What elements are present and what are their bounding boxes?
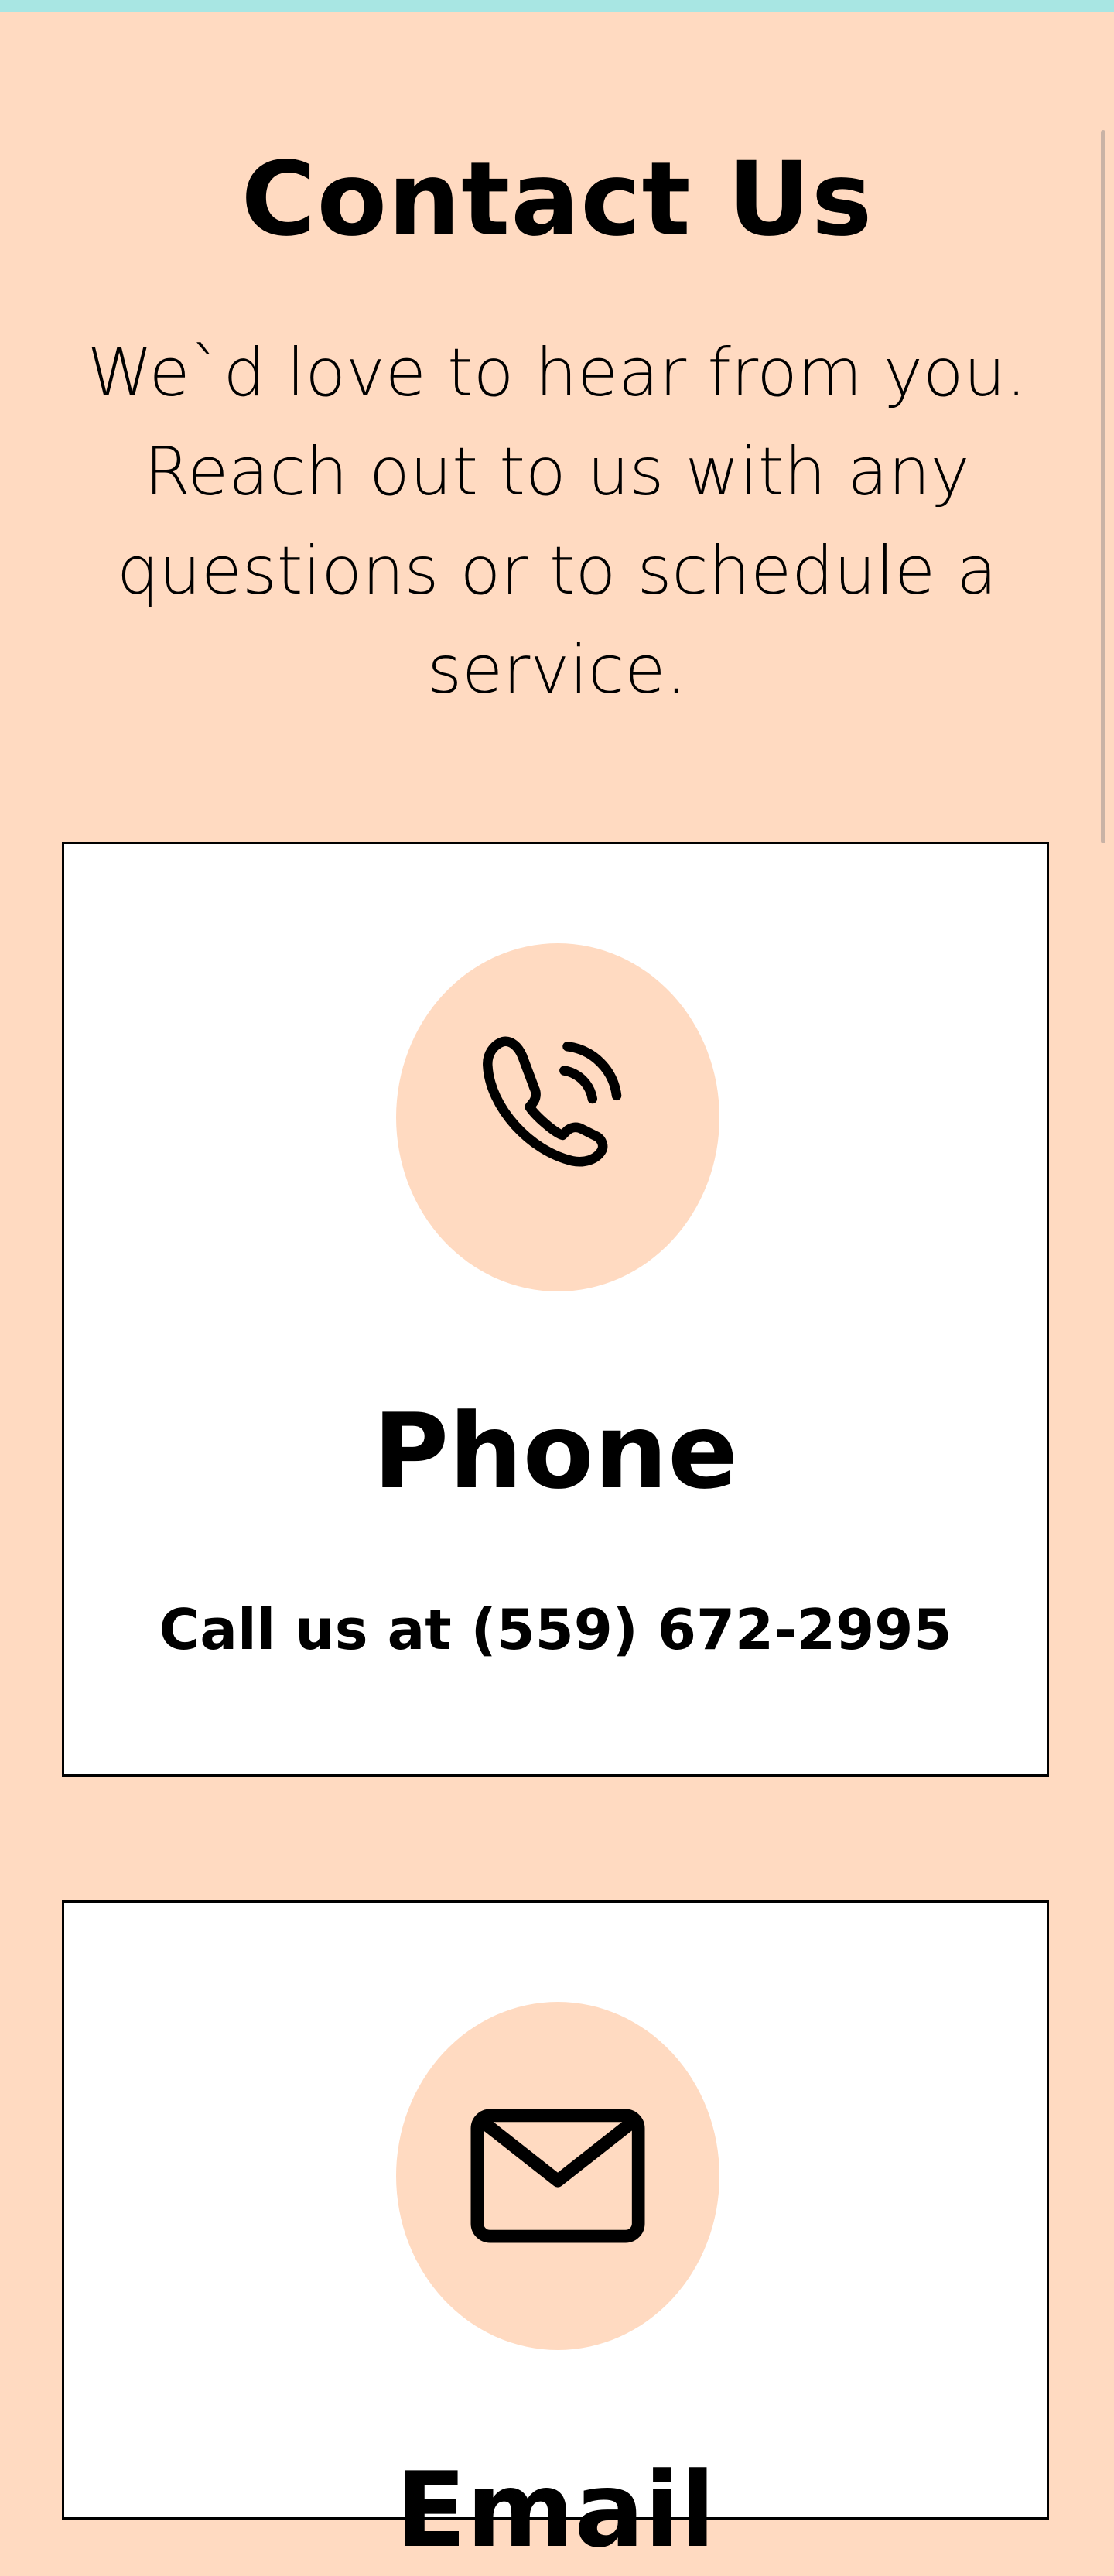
mail-icon [470, 2109, 645, 2243]
page-title: Contact Us [241, 140, 873, 259]
intro-text: We`d love to hear from you. Reach out to… [87, 334, 1027, 709]
phone-card: Phone Call us at (559) 672-2995 [62, 842, 1049, 1777]
phone-icon [483, 1036, 622, 1167]
email-card-heading: Email [395, 2450, 716, 2571]
email-card: Email [62, 1900, 1049, 2571]
mail-icon-circle [396, 2002, 719, 2350]
phone-icon-circle [396, 943, 719, 1291]
top-accent-bar [0, 0, 1114, 12]
phone-card-text[interactable]: Call us at (559) 672-2995 [64, 1591, 1047, 1668]
phone-card-heading: Phone [373, 1391, 738, 1512]
